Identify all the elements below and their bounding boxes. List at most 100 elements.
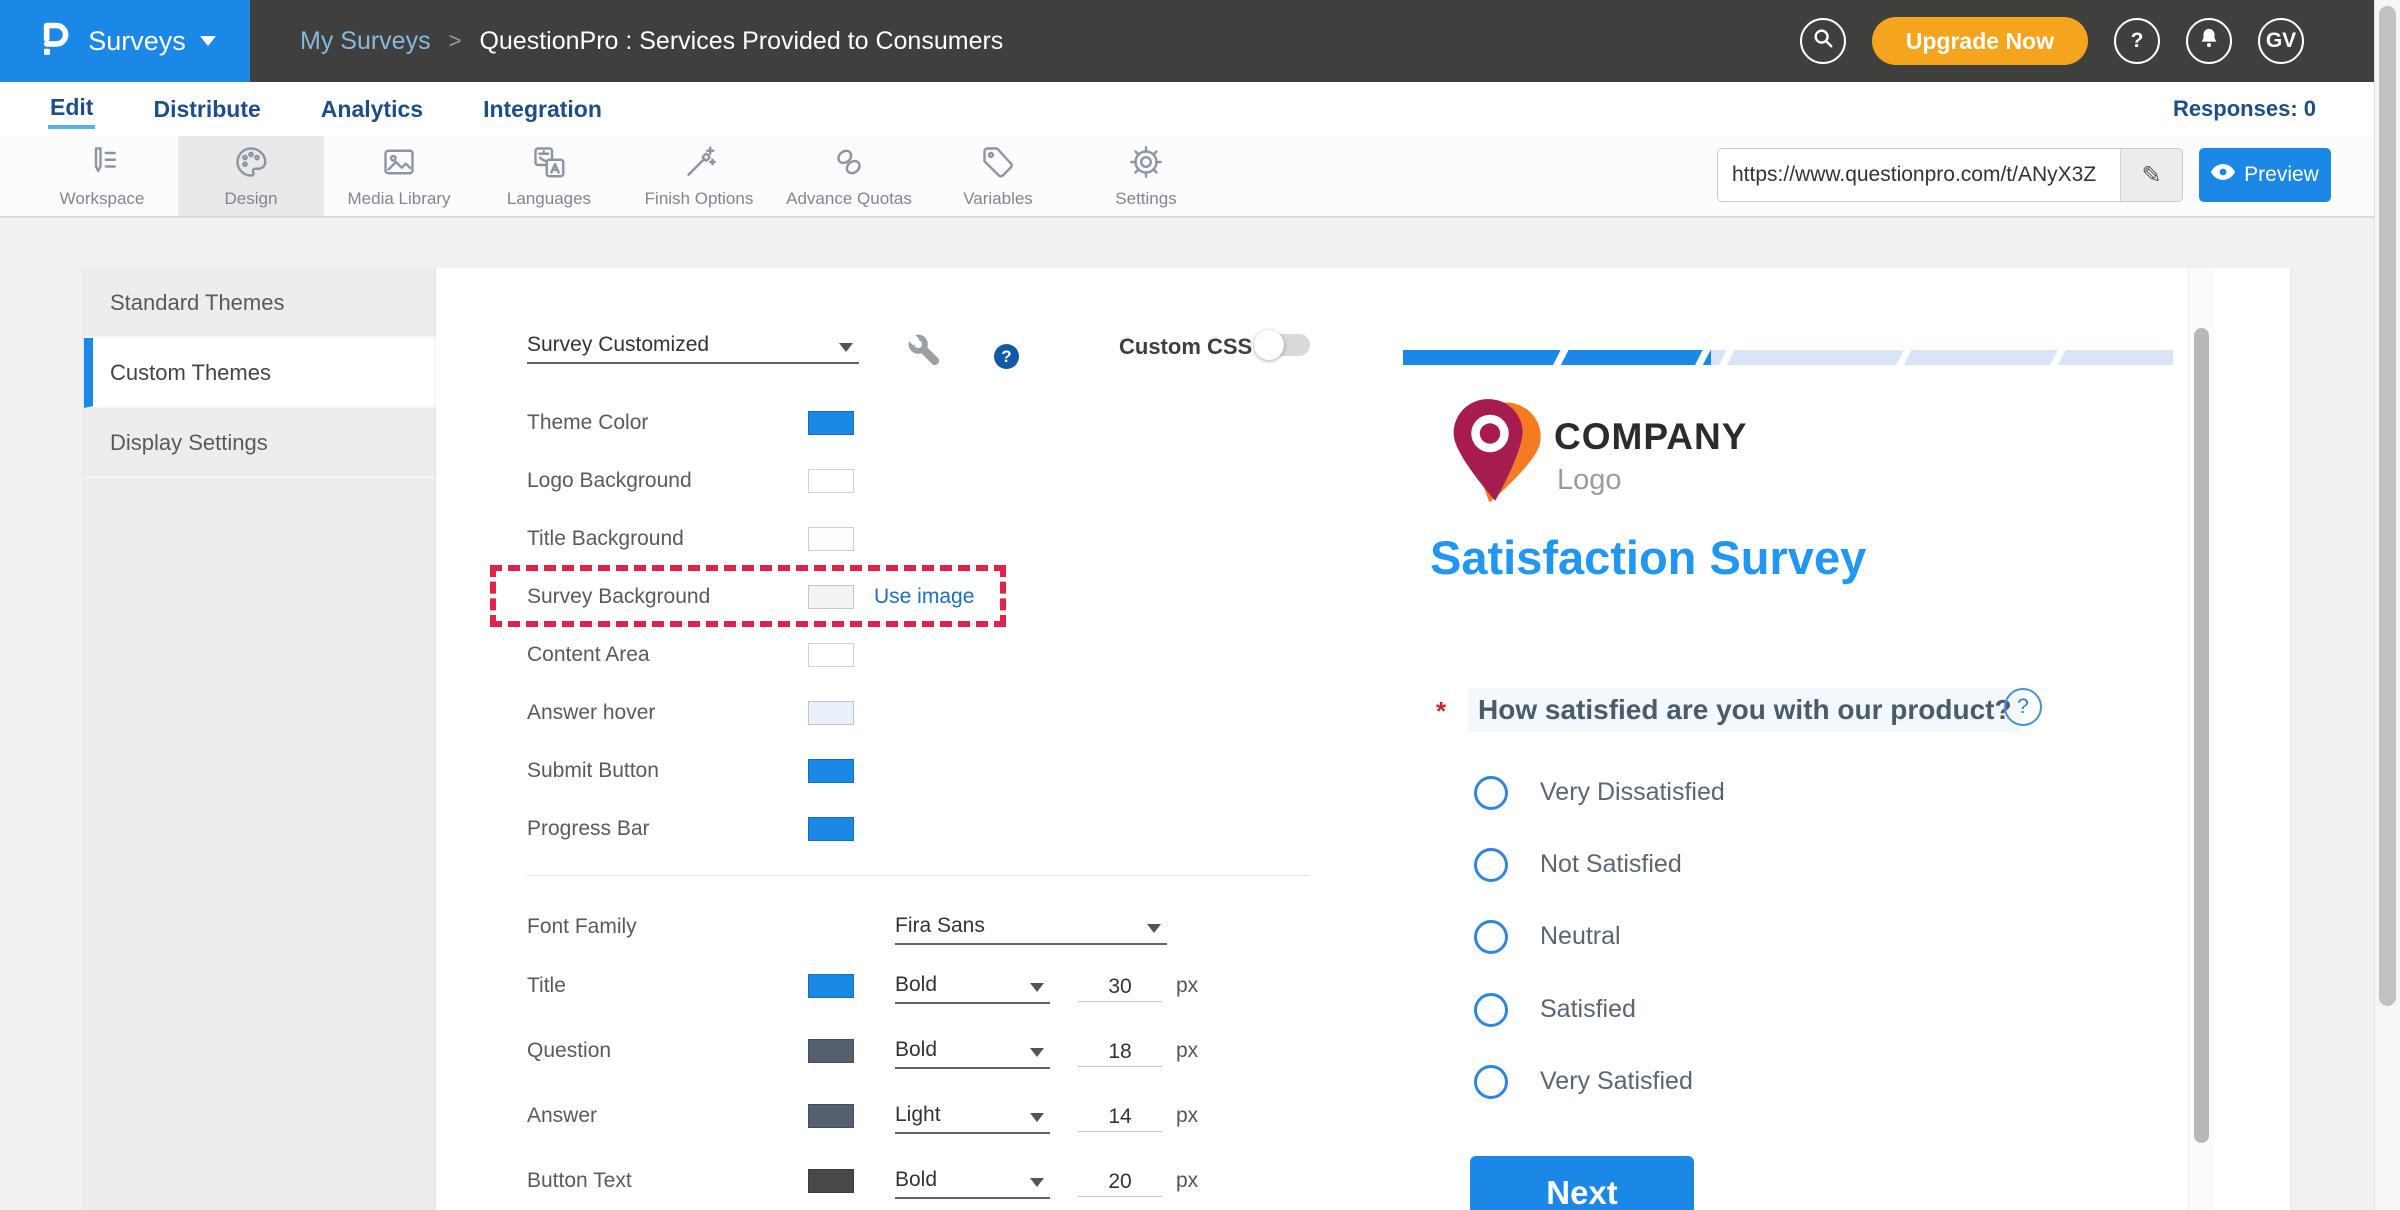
toolbar-item-variables[interactable]: Variables: [925, 136, 1071, 216]
company-logo-title: COMPANY: [1554, 416, 1747, 458]
font-color-swatch-answer[interactable]: [808, 1104, 854, 1128]
product-switcher[interactable]: Surveys: [0, 0, 250, 82]
color-swatch-theme-color[interactable]: [808, 411, 854, 435]
font-weight-select-title[interactable]: Bold: [895, 968, 1050, 1004]
toolbar-item-finish-options[interactable]: Finish Options: [626, 136, 772, 216]
color-swatch-logo-background[interactable]: [808, 469, 854, 493]
color-row-label-survey-background: Survey Background: [527, 585, 710, 609]
window-scrollbar-thumb[interactable]: [2379, 6, 2396, 1006]
radio-label-very-dissatisfied[interactable]: Very Dissatisfied: [1540, 778, 1725, 807]
sidebar-item-display-settings[interactable]: Display Settings: [84, 408, 436, 478]
notifications-button[interactable]: [2186, 18, 2232, 64]
toolbar-item-label: Finish Options: [645, 189, 754, 209]
chevron-down-icon: [1147, 924, 1161, 933]
font-weight-select-question[interactable]: Bold: [895, 1033, 1050, 1069]
responses-count[interactable]: Responses: 0: [2173, 82, 2316, 136]
section-tabs: Edit Distribute Analytics Integration Respo…: [0, 82, 2400, 136]
tab-distribute[interactable]: Distribute: [151, 92, 262, 127]
toggle-knob: [1254, 330, 1284, 360]
breadcrumb: My Surveys > QuestionPro : Services Prov…: [300, 0, 1003, 82]
progress-divider: [2047, 350, 2068, 365]
company-logo-subtitle: Logo: [1557, 464, 1622, 497]
toolbar-item-label: Advance Quotas: [786, 189, 912, 209]
toolbar-item-label: Media Library: [348, 189, 451, 209]
color-swatch-survey-background[interactable]: [808, 585, 854, 609]
theme-select-value: Survey Customized: [527, 333, 709, 357]
chevron-down-icon: [1030, 1048, 1044, 1057]
preview-scrollbar-thumb[interactable]: [2194, 328, 2209, 1143]
breadcrumb-current: QuestionPro : Services Provided to Consu…: [479, 27, 1003, 56]
toolbar-item-label: Workspace: [60, 189, 145, 209]
font-size-input-answer[interactable]: 14: [1078, 1102, 1162, 1132]
font-row-label-question: Question: [527, 1039, 611, 1063]
tab-edit[interactable]: Edit: [48, 90, 95, 129]
color-swatch-title-background[interactable]: [808, 527, 854, 551]
font-size-input-question[interactable]: 18: [1078, 1037, 1162, 1067]
font-weight-select-answer[interactable]: Light: [895, 1098, 1050, 1134]
toolbar-item-workspace[interactable]: Workspace: [29, 136, 175, 216]
preview-button[interactable]: Preview: [2199, 148, 2331, 202]
toolbar-item-design[interactable]: Design: [178, 136, 324, 216]
radio-not-satisfied[interactable]: [1474, 848, 1508, 882]
chevron-down-icon: [1030, 1113, 1044, 1122]
radio-label-satisfied[interactable]: Satisfied: [1540, 995, 1636, 1024]
tab-integration[interactable]: Integration: [481, 92, 604, 127]
color-swatch-progress-bar[interactable]: [808, 817, 854, 841]
breadcrumb-my-surveys[interactable]: My Surveys: [300, 27, 431, 56]
progress-divider: [1716, 350, 1737, 365]
custom-css-toggle[interactable]: [1258, 334, 1310, 356]
color-swatch-submit-button[interactable]: [808, 759, 854, 783]
font-weight-select-button-text[interactable]: Bold: [895, 1163, 1050, 1199]
toolbar-item-languages[interactable]: Languages: [476, 136, 622, 216]
survey-url-input[interactable]: [1718, 149, 2120, 201]
font-color-swatch-title[interactable]: [808, 974, 854, 998]
tab-analytics[interactable]: Analytics: [319, 92, 425, 127]
edit-url-button[interactable]: ✎: [2120, 149, 2182, 201]
font-size-input-title[interactable]: 30: [1078, 972, 1162, 1002]
color-swatch-content-area[interactable]: [808, 643, 854, 667]
radio-very-dissatisfied[interactable]: [1474, 776, 1508, 810]
wrench-icon: [904, 361, 948, 378]
font-size-input-button-text[interactable]: 20: [1078, 1167, 1162, 1197]
font-row-label-title: Title: [527, 974, 566, 998]
radio-label-very-satisfied[interactable]: Very Satisfied: [1540, 1067, 1693, 1096]
chevron-down-icon: [1030, 1178, 1044, 1187]
use-image-link[interactable]: Use image: [874, 585, 974, 609]
upgrade-now-button[interactable]: Upgrade Now: [1872, 17, 2088, 65]
design-icon: [233, 144, 269, 185]
themes-sidebar: Standard ThemesCustom ThemesDisplay Sett…: [84, 268, 436, 1210]
progress-divider: [1893, 350, 1914, 365]
toolbar-item-label: Design: [225, 189, 278, 209]
questionpro-design-page: Surveys My Surveys > QuestionPro : Servi…: [0, 0, 2400, 1210]
color-swatch-answer-hover[interactable]: [808, 701, 854, 725]
question-help-button[interactable]: ?: [2004, 688, 2042, 726]
radio-label-neutral[interactable]: Neutral: [1540, 922, 1621, 951]
next-label: Next: [1546, 1174, 1618, 1210]
radio-neutral[interactable]: [1474, 920, 1508, 954]
toolbar-item-settings[interactable]: Settings: [1073, 136, 1219, 216]
search-button[interactable]: [1800, 18, 1846, 64]
radio-satisfied[interactable]: [1474, 993, 1508, 1027]
font-color-swatch-question[interactable]: [808, 1039, 854, 1063]
toolbar-item-media-library[interactable]: Media Library: [326, 136, 472, 216]
edit-theme-button[interactable]: [904, 330, 948, 379]
navbar-actions: Upgrade Now ? GV: [1800, 0, 2304, 82]
avatar[interactable]: GV: [2258, 18, 2304, 64]
font-family-select[interactable]: Fira Sans: [895, 909, 1167, 945]
font-color-swatch-button-text[interactable]: [808, 1169, 854, 1193]
radio-very-satisfied[interactable]: [1474, 1065, 1508, 1099]
font-family-value: Fira Sans: [895, 914, 985, 938]
theme-select[interactable]: Survey Customized: [527, 328, 859, 364]
next-button[interactable]: Next: [1470, 1156, 1694, 1210]
radio-label-not-satisfied[interactable]: Not Satisfied: [1540, 850, 1682, 879]
toolbar-item-advance-quotas[interactable]: Advance Quotas: [776, 136, 922, 216]
sidebar-item-custom-themes[interactable]: Custom Themes: [84, 338, 436, 408]
color-row-label-answer-hover: Answer hover: [527, 701, 655, 725]
font-size-unit: px: [1176, 1039, 1198, 1063]
product-label: Surveys: [88, 26, 186, 57]
theme-help-button[interactable]: ?: [994, 344, 1019, 369]
help-button[interactable]: ?: [2114, 18, 2160, 64]
survey-progress-bar: [1403, 350, 2173, 365]
sidebar-item-standard-themes[interactable]: Standard Themes: [84, 268, 436, 338]
custom-css-label: Custom CSS: [1119, 334, 1252, 360]
